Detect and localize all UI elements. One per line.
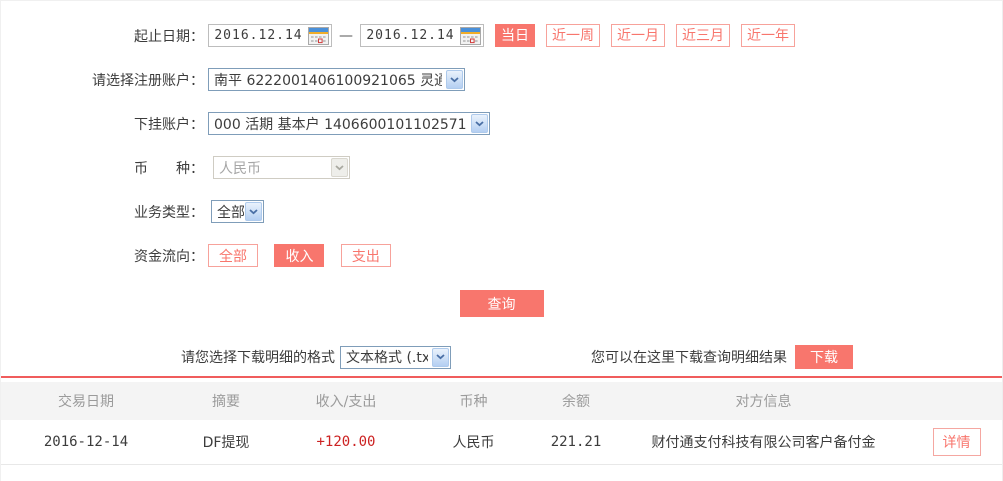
business-type-label: 业务类型： — [134, 204, 204, 221]
date-range-row: 起止日期： 2016.12.14 — 2016.12.14 当日 近一周 近一月… — [1, 24, 1002, 47]
query-button-row: 查询 — [1, 290, 1002, 317]
quick-range-month-button[interactable]: 近一月 — [611, 24, 665, 47]
header-date: 交易日期 — [58, 394, 114, 410]
red-divider — [1, 376, 1002, 378]
download-format-value: 文本格式 (.txt) — [346, 350, 428, 366]
registered-account-value: 南平 6222001406100921065 灵通卡 — [214, 72, 442, 89]
cell-amount: +120.00 — [316, 434, 376, 450]
download-hint: 您可以在这里下载查询明细结果 — [591, 350, 787, 366]
sub-account-select[interactable]: 000 活期 基本户 1406600101102571848 — [208, 112, 490, 135]
quick-range-week-button[interactable]: 近一周 — [546, 24, 600, 47]
cell-currency: 人民币 — [452, 435, 495, 451]
date-range-label: 起止日期： — [134, 28, 204, 45]
registered-account-select[interactable]: 南平 6222001406100921065 灵通卡 — [208, 68, 465, 91]
header-amount: 收入/支出 — [315, 394, 377, 410]
start-date-value: 2016.12.14 — [214, 28, 303, 43]
chevron-down-icon — [471, 114, 488, 133]
fund-flow-label: 资金流向： — [134, 248, 204, 265]
cell-action: 详情 — [911, 428, 1002, 456]
detail-button[interactable]: 详情 — [932, 428, 981, 456]
sub-account-label: 下挂账户： — [134, 116, 204, 133]
cell-summary: DF提现 — [202, 435, 250, 451]
calendar-icon[interactable] — [308, 26, 329, 45]
currency-row: 币 种： 人民币 — [1, 156, 1002, 179]
table-row: 2016-12-14 DF提现 +120.00 人民币 221.21 财付通支付… — [1, 420, 1002, 465]
header-balance: 余额 — [562, 394, 590, 410]
quick-range-quarter-button[interactable]: 近三月 — [676, 24, 730, 47]
end-date-input[interactable]: 2016.12.14 — [360, 24, 484, 47]
results-table-header: 交易日期 摘要 收入/支出 币种 余额 对方信息 — [1, 382, 1002, 420]
fund-flow-all-button[interactable]: 全部 — [208, 244, 258, 267]
download-format-select[interactable]: 文本格式 (.txt) — [340, 345, 451, 369]
cell-date: 2016-12-14 — [43, 434, 129, 450]
download-format-label: 请您选择下载明细的格式 — [181, 350, 335, 366]
fund-flow-buttons: 全部 收入 支出 — [208, 244, 403, 267]
cell-balance: 221.21 — [550, 434, 602, 450]
calendar-icon[interactable] — [460, 26, 481, 45]
registered-account-row: 请选择注册账户： 南平 6222001406100921065 灵通卡 — [1, 68, 1002, 91]
header-summary: 摘要 — [212, 394, 240, 410]
sub-account-value: 000 活期 基本户 1406600101102571848 — [214, 116, 467, 133]
chevron-down-icon — [446, 70, 463, 89]
start-date-input[interactable]: 2016.12.14 — [208, 24, 332, 47]
header-currency: 币种 — [459, 394, 488, 410]
business-type-select[interactable]: 全部 — [211, 200, 264, 223]
chevron-down-icon — [245, 202, 262, 221]
currency-select: 人民币 — [213, 156, 350, 179]
chevron-down-icon — [432, 347, 449, 367]
quick-range-year-button[interactable]: 近一年 — [741, 24, 795, 47]
transaction-query-page: 起止日期： 2016.12.14 — 2016.12.14 当日 近一周 近一月… — [0, 0, 1003, 481]
business-type-value: 全部 — [217, 204, 244, 221]
download-bar: 请您选择下载明细的格式 文本格式 (.txt) 您可以在这里下载查询明细结果 下… — [1, 345, 1002, 369]
currency-label: 币 种： — [134, 160, 204, 177]
fund-flow-income-button[interactable]: 收入 — [274, 244, 325, 267]
chevron-down-icon — [331, 158, 348, 177]
registered-account-label: 请选择注册账户： — [92, 72, 204, 89]
download-button[interactable]: 下载 — [795, 345, 853, 369]
header-counterparty: 对方信息 — [735, 394, 792, 410]
end-date-value: 2016.12.14 — [366, 28, 455, 43]
business-type-row: 业务类型： 全部 — [1, 200, 1002, 223]
quick-range-today-button[interactable]: 当日 — [495, 24, 535, 47]
query-button[interactable]: 查询 — [459, 290, 544, 317]
fund-flow-expense-button[interactable]: 支出 — [340, 244, 391, 267]
fund-flow-row: 资金流向： 全部 收入 支出 — [1, 244, 1002, 267]
date-range-separator: — — [339, 27, 353, 44]
query-form: 起止日期： 2016.12.14 — 2016.12.14 当日 近一周 近一月… — [1, 1, 1002, 317]
quick-range-buttons: 当日 近一周 近一月 近三月 近一年 — [495, 24, 806, 47]
sub-account-row: 下挂账户： 000 活期 基本户 1406600101102571848 — [1, 112, 1002, 135]
currency-value: 人民币 — [219, 160, 261, 177]
cell-counterparty: 财付通支付科技有限公司客户备付金 — [651, 435, 876, 451]
